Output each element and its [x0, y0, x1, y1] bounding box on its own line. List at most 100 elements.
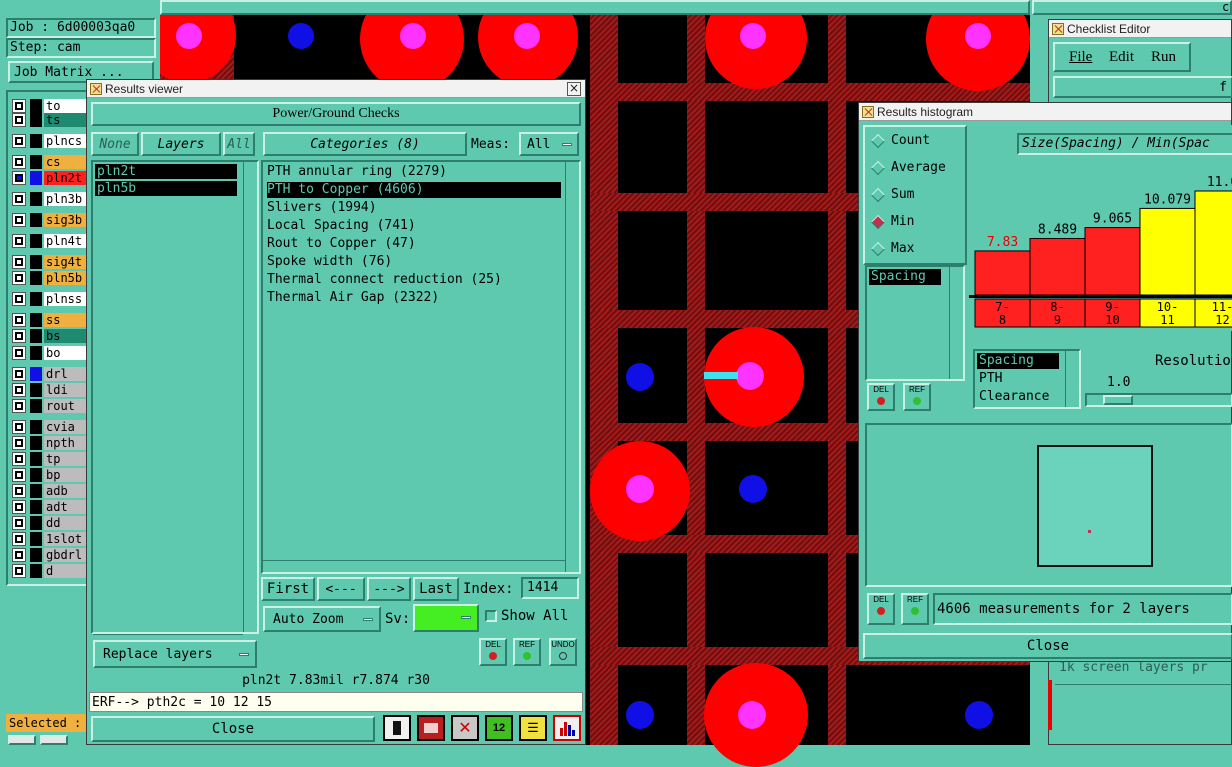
hist-del-button[interactable]: DEL	[867, 383, 895, 411]
layer-checkbox[interactable]	[12, 484, 26, 498]
histogram-bar[interactable]	[1029, 237, 1086, 296]
slider-thumb[interactable]	[1103, 395, 1133, 405]
layer-row-npth[interactable]: npth	[12, 435, 88, 451]
type-item-spacing[interactable]: Spacing	[977, 353, 1059, 369]
meas-select[interactable]: All	[519, 132, 579, 156]
hist-del-button-2[interactable]: DEL	[867, 593, 895, 625]
category-item[interactable]: Thermal connect reduction (25)	[267, 272, 502, 288]
mode-radio-min[interactable]: Min	[870, 214, 914, 229]
hist-close-button[interactable]: Close	[863, 633, 1232, 659]
power-ground-header[interactable]: Power/Ground Checks	[91, 102, 581, 126]
menu-edit[interactable]: Edit	[1109, 49, 1134, 66]
layer-row-adt[interactable]: adt	[12, 499, 88, 515]
layer-row-cs[interactable]: cs	[12, 154, 88, 170]
layer-list-scrollbar[interactable]	[243, 162, 257, 632]
layer-checkbox[interactable]	[12, 399, 26, 413]
all-layers-button[interactable]: All	[223, 132, 255, 156]
layer-checkbox[interactable]	[12, 171, 26, 185]
layer-checkbox[interactable]	[12, 516, 26, 530]
layer-row-bs[interactable]: bs	[12, 328, 88, 344]
checklist-hscrollbar[interactable]	[1055, 684, 1231, 696]
first-button[interactable]: First	[261, 577, 315, 601]
close-button[interactable]: Close	[91, 716, 375, 742]
layer-row-dd[interactable]: dd	[12, 515, 88, 531]
type-item-pth[interactable]: PTH	[977, 371, 1002, 386]
histogram-bar[interactable]	[1194, 190, 1232, 296]
layer-results-item[interactable]: pln2t	[95, 164, 237, 179]
hist-ref-button[interactable]: REF	[903, 383, 931, 411]
type-item-clearance[interactable]: Clearance	[977, 389, 1049, 404]
layer-checkbox[interactable]	[12, 329, 26, 343]
step-icon[interactable]: 12	[485, 715, 513, 741]
bottom-icon-1[interactable]	[8, 735, 36, 745]
menu-file[interactable]: File	[1069, 49, 1092, 66]
layer-checkbox[interactable]	[12, 213, 26, 227]
checklist-titlebar[interactable]: Checklist Editor	[1049, 20, 1231, 38]
layer-results-item[interactable]: pln5b	[95, 181, 237, 196]
severity-select[interactable]	[413, 604, 479, 632]
none-button[interactable]: None	[91, 132, 139, 156]
layer-row-1slot[interactable]: 1slot	[12, 531, 88, 547]
categories-hscrollbar[interactable]	[263, 560, 565, 572]
layer-icon[interactable]	[383, 715, 411, 741]
index-input[interactable]: 1414	[521, 577, 579, 599]
layer-checkbox[interactable]	[12, 346, 26, 360]
hist-ref-button-2[interactable]: REF	[901, 593, 929, 625]
mode-radio-max[interactable]: Max	[870, 241, 914, 256]
layer-checkbox[interactable]	[12, 155, 26, 169]
results-viewer-titlebar[interactable]: Results viewer ×	[87, 80, 585, 98]
layer-row-drl[interactable]: drl	[12, 366, 88, 382]
layer-checkbox[interactable]	[12, 436, 26, 450]
histogram-titlebar[interactable]: Results histogram	[859, 103, 1231, 121]
filter-scrollbar[interactable]	[949, 267, 963, 379]
layer-row-bo[interactable]: bo	[12, 345, 88, 361]
resolution-slider[interactable]	[1085, 393, 1232, 407]
checklist-item[interactable]: f	[1053, 76, 1232, 98]
board-outline[interactable]	[1037, 445, 1153, 567]
category-item[interactable]: PTH annular ring (2279)	[267, 164, 447, 180]
histogram-chart[interactable]: 7.83 7-8 8.489 8-9 9.065 9-10 10.079 10-11 11.0 1…	[969, 125, 1232, 331]
layer-checkbox[interactable]	[12, 452, 26, 466]
layer-row-sig3b[interactable]: sig3b	[12, 212, 88, 228]
ref-button[interactable]: REF	[513, 638, 541, 666]
category-item[interactable]: Thermal Air Gap (2322)	[267, 290, 439, 306]
layers-button[interactable]: Layers	[141, 132, 221, 156]
layer-checkbox[interactable]	[12, 99, 26, 113]
layer-checkbox[interactable]	[12, 548, 26, 562]
layer-row-sig4t[interactable]: sig4t	[12, 254, 88, 270]
layer-row-bp[interactable]: bp	[12, 467, 88, 483]
category-item[interactable]: Local Spacing (741)	[267, 218, 416, 234]
layer-row-d[interactable]: d	[12, 563, 88, 579]
histogram-icon[interactable]	[553, 715, 581, 741]
report-icon[interactable]	[417, 715, 445, 741]
prev-button[interactable]: <---	[317, 577, 365, 601]
close-icon[interactable]: ×	[567, 82, 581, 96]
filter-item[interactable]: Spacing	[869, 269, 941, 285]
layer-row-gbdrl[interactable]: gbdrl	[12, 547, 88, 563]
layer-row-ldi[interactable]: ldi	[12, 382, 88, 398]
layer-checkbox[interactable]	[12, 468, 26, 482]
histogram-bar[interactable]	[1084, 227, 1141, 296]
layer-checkbox[interactable]	[12, 292, 26, 306]
last-button[interactable]: Last	[413, 577, 459, 601]
category-item[interactable]: Spoke width (76)	[267, 254, 392, 270]
layer-checkbox[interactable]	[12, 532, 26, 546]
layer-row-plnss[interactable]: plnss	[12, 291, 88, 307]
mode-radio-count[interactable]: Count	[870, 133, 930, 148]
undo-button[interactable]: UNDO	[549, 638, 577, 666]
mode-radio-sum[interactable]: Sum	[870, 187, 914, 202]
layer-checkbox[interactable]	[12, 313, 26, 327]
bottom-icon-2[interactable]	[40, 735, 68, 745]
categories-button[interactable]: Categories (8)	[263, 132, 467, 156]
layer-row-pln3b[interactable]: pln3b	[12, 191, 88, 207]
layer-checkbox[interactable]	[12, 500, 26, 514]
layer-checkbox[interactable]	[12, 255, 26, 269]
layer-checkbox[interactable]	[12, 367, 26, 381]
del-button[interactable]: DEL	[479, 638, 507, 666]
layer-row-pln5b[interactable]: pln5b	[12, 270, 88, 286]
layer-checkbox[interactable]	[12, 383, 26, 397]
menu-run[interactable]: Run	[1151, 49, 1176, 66]
layer-row-ss[interactable]: ss	[12, 312, 88, 328]
histogram-bar[interactable]	[1139, 207, 1196, 296]
layer-row-pln4t[interactable]: pln4t	[12, 233, 88, 249]
